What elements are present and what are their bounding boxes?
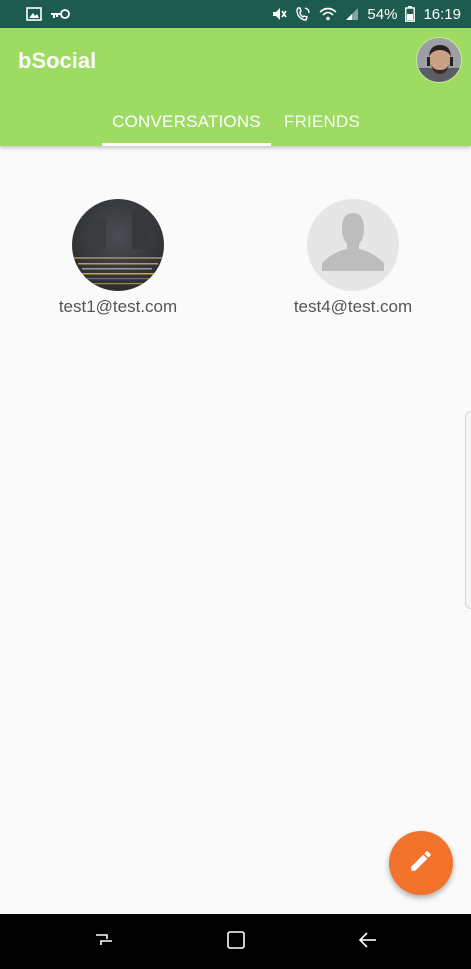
- compose-button[interactable]: [389, 831, 453, 895]
- tab-bar: CONVERSATIONS FRIENDS: [102, 98, 373, 146]
- conversation-email: test4@test.com: [293, 297, 413, 316]
- back-button[interactable]: [352, 926, 384, 958]
- app-title: bSocial: [18, 48, 97, 73]
- signal-icon: [345, 6, 359, 22]
- conversation-item[interactable]: test4@test.com: [263, 199, 443, 317]
- conversation-email: test1@test.com: [58, 297, 178, 316]
- key-icon: [50, 6, 70, 22]
- status-bar: 54% 16:19: [0, 0, 471, 28]
- recent-apps-icon: [93, 929, 115, 956]
- tab-friends[interactable]: FRIENDS: [271, 98, 373, 146]
- conversation-item[interactable]: test1@test.com: [28, 199, 208, 317]
- mute-icon: [271, 6, 288, 22]
- status-left: [26, 6, 70, 22]
- tab-conversations[interactable]: CONVERSATIONS: [102, 98, 271, 146]
- image-icon: [26, 6, 42, 22]
- conversation-avatar-photo: [72, 199, 164, 291]
- default-person-icon: [307, 199, 399, 291]
- profile-avatar[interactable]: [416, 37, 462, 83]
- battery-icon: [405, 6, 416, 22]
- wifi-call-icon: [295, 6, 311, 22]
- tab-friends-label: FRIENDS: [283, 112, 361, 131]
- tab-conversations-label: CONVERSATIONS: [112, 112, 261, 131]
- home-button[interactable]: [220, 926, 252, 958]
- recent-apps-button[interactable]: [88, 926, 120, 958]
- app-bar: bSocial CONVERSATIONS FRIENDS: [0, 28, 471, 146]
- status-right: 54% 16:19: [271, 6, 461, 23]
- back-icon: [357, 929, 379, 956]
- home-icon: [225, 929, 247, 956]
- conversation-grid: test1@test.com test4@test.com: [0, 146, 471, 914]
- status-time: 16:19: [423, 5, 461, 23]
- edge-panel-handle[interactable]: [465, 411, 471, 609]
- pencil-icon: [408, 848, 434, 879]
- battery-percent: 54%: [367, 5, 398, 23]
- wifi-icon: [319, 6, 337, 22]
- navigation-bar: [0, 914, 471, 969]
